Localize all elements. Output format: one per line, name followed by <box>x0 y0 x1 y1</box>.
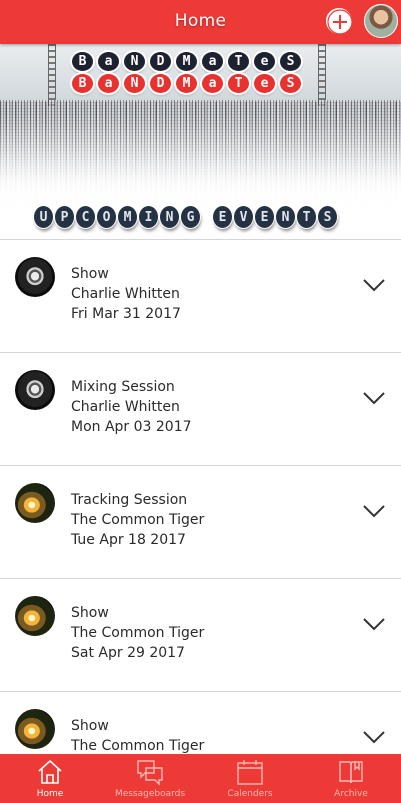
calendar-icon <box>237 760 263 785</box>
plus-circle-icon <box>327 9 353 35</box>
title-letter: M <box>118 206 137 228</box>
event-type: Show <box>71 718 109 734</box>
event-thumbnail <box>15 257 55 297</box>
brand-letter: T <box>228 52 249 71</box>
brand-letter: M <box>176 74 197 93</box>
brand-letter: B <box>72 74 93 93</box>
title-letter: U <box>34 206 53 228</box>
chevron-down-icon[interactable] <box>362 730 386 744</box>
event-row[interactable]: Show Charlie Whitten Fri Mar 31 2017 <box>0 240 401 353</box>
add-event-button[interactable] <box>326 8 353 35</box>
title-letter: V <box>234 206 253 228</box>
title-letter: E <box>213 206 232 228</box>
brand-letter: D <box>150 74 171 93</box>
bottom-tab-bar: Home Messageboards Calenders Archive <box>0 754 401 803</box>
tab-label: Archive <box>334 789 368 799</box>
section-title-upcoming-events: UPCOMINGEVENTS <box>34 206 337 228</box>
tab-calenders[interactable]: Calenders <box>200 754 300 803</box>
book-icon <box>339 761 363 784</box>
event-artist: The Common Tiger <box>71 738 205 754</box>
brand-letter: e <box>254 52 275 71</box>
title-letter <box>202 206 211 228</box>
event-list[interactable]: Show Charlie Whitten Fri Mar 31 2017 Mix… <box>0 239 401 755</box>
event-artist: Charlie Whitten <box>71 399 180 415</box>
event-type: Tracking Session <box>71 492 188 508</box>
brand-letter: D <box>150 52 171 71</box>
brand-letter: S <box>280 74 301 93</box>
title-letter: O <box>97 206 116 228</box>
brand-letter: N <box>124 52 145 71</box>
event-row[interactable]: Show The Common Tiger <box>0 692 401 755</box>
event-type: Mixing Session <box>71 379 175 395</box>
top-app-bar: Home <box>0 0 401 44</box>
chevron-down-icon[interactable] <box>362 391 386 405</box>
tab-label: Home <box>36 789 64 799</box>
profile-avatar[interactable] <box>364 4 398 38</box>
tab-label: Messageboards <box>114 789 186 799</box>
event-date: Fri Mar 31 2017 <box>71 306 181 322</box>
event-artist: Charlie Whitten <box>71 286 180 302</box>
tab-home[interactable]: Home <box>0 754 100 803</box>
brand-letter: a <box>202 52 223 71</box>
hero-banner: BaNDMaTeS BaNDMaTeS UPCOMINGEVENTS <box>0 44 401 240</box>
brand-letter: e <box>254 74 275 93</box>
brand-letter: S <box>280 52 301 71</box>
chat-bubbles-icon <box>137 760 163 786</box>
tab-archive[interactable]: Archive <box>301 754 401 803</box>
chevron-down-icon[interactable] <box>362 504 386 518</box>
chevron-down-icon[interactable] <box>362 617 386 631</box>
event-thumbnail <box>15 483 55 523</box>
brand-logo-red: BaNDMaTeS <box>72 74 312 94</box>
title-letter: E <box>255 206 274 228</box>
chevron-down-icon[interactable] <box>362 278 386 292</box>
brand-letter: N <box>124 74 145 93</box>
brand-letter: M <box>176 52 197 71</box>
event-date: Tue Apr 18 2017 <box>71 532 186 548</box>
title-letter: S <box>318 206 337 228</box>
brand-letter: a <box>202 74 223 93</box>
brand-logo-dark: BaNDMaTeS <box>72 52 312 72</box>
event-date: Mon Apr 03 2017 <box>71 419 192 435</box>
tab-label: Calenders <box>227 789 273 799</box>
event-row[interactable]: Show The Common Tiger Sat Apr 29 2017 <box>0 579 401 692</box>
event-thumbnail <box>15 596 55 636</box>
event-type: Show <box>71 605 109 621</box>
title-letter: G <box>181 206 200 228</box>
title-letter: N <box>276 206 295 228</box>
title-letter: C <box>76 206 95 228</box>
event-thumbnail <box>15 709 55 749</box>
title-letter: P <box>55 206 74 228</box>
event-artist: The Common Tiger <box>71 512 205 528</box>
brand-letter: T <box>228 74 249 93</box>
event-row[interactable]: Mixing Session Charlie Whitten Mon Apr 0… <box>0 353 401 466</box>
brand-letter: B <box>72 52 93 71</box>
brand-letter: a <box>98 52 119 71</box>
title-letter: N <box>160 206 179 228</box>
event-type: Show <box>71 266 109 282</box>
tab-messageboards[interactable]: Messageboards <box>100 754 200 803</box>
event-thumbnail <box>15 370 55 410</box>
title-letter: I <box>139 206 158 228</box>
home-icon <box>38 759 62 784</box>
event-artist: The Common Tiger <box>71 625 205 641</box>
title-letter: T <box>297 206 316 228</box>
brand-letter: a <box>98 74 119 93</box>
event-date: Sat Apr 29 2017 <box>71 645 185 661</box>
event-row[interactable]: Tracking Session The Common Tiger Tue Ap… <box>0 466 401 579</box>
